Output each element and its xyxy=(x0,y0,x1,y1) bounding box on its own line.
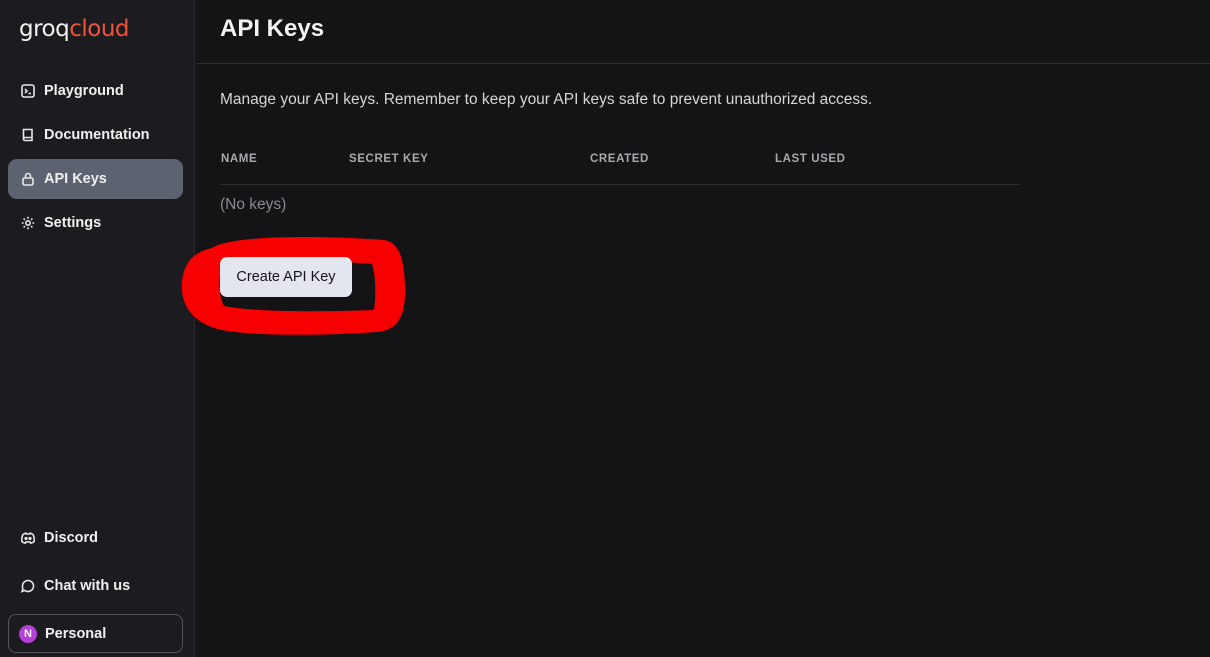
sidebar-item-label: Settings xyxy=(44,215,102,231)
sidebar-item-chat[interactable]: Chat with us xyxy=(8,566,183,606)
discord-icon xyxy=(20,530,36,546)
sidebar-item-discord[interactable]: Discord xyxy=(8,518,183,558)
account-label: Personal xyxy=(45,625,107,642)
sidebar-item-playground[interactable]: Playground xyxy=(8,71,183,111)
gear-icon xyxy=(20,215,36,231)
empty-state-text: (No keys) xyxy=(220,196,287,213)
lock-icon xyxy=(20,171,36,187)
sidebar-item-label: Documentation xyxy=(44,127,150,143)
account-switcher[interactable]: N Personal xyxy=(8,614,183,653)
column-header-created: CREATED xyxy=(590,153,649,165)
page-header: API Keys xyxy=(196,0,1210,64)
book-icon xyxy=(20,127,36,143)
sidebar-item-documentation[interactable]: Documentation xyxy=(8,115,183,155)
column-header-last-used: LAST USED xyxy=(775,153,846,165)
app-root: groqcloud Playground Documentation API K… xyxy=(0,0,1210,657)
sidebar-item-label: Discord xyxy=(44,530,98,546)
column-header-secret-key: SECRET KEY xyxy=(349,153,429,165)
page-title: API Keys xyxy=(220,15,325,42)
column-header-name: NAME xyxy=(221,153,258,165)
sidebar: groqcloud Playground Documentation API K… xyxy=(0,0,195,657)
keys-table-header: NAME SECRET KEY CREATED LAST USED xyxy=(220,150,1020,185)
main-content: API Keys Manage your API keys. Remember … xyxy=(181,0,1210,657)
sidebar-item-label: Playground xyxy=(44,83,124,99)
logo-text-groq: groq xyxy=(19,16,70,42)
sidebar-item-settings[interactable]: Settings xyxy=(8,203,183,243)
terminal-icon xyxy=(20,83,36,99)
groqcloud-logo[interactable]: groqcloud xyxy=(19,14,130,44)
sidebar-item-label: Chat with us xyxy=(44,578,131,594)
create-api-key-button[interactable]: Create API Key xyxy=(220,257,352,297)
logo-text-cloud: cloud xyxy=(69,16,130,42)
page-description: Manage your API keys. Remember to keep y… xyxy=(220,91,873,108)
sidebar-item-label: API Keys xyxy=(44,171,107,187)
sidebar-item-api-keys[interactable]: API Keys xyxy=(8,159,183,199)
chat-bubble-icon xyxy=(20,578,36,594)
avatar: N xyxy=(19,624,37,643)
